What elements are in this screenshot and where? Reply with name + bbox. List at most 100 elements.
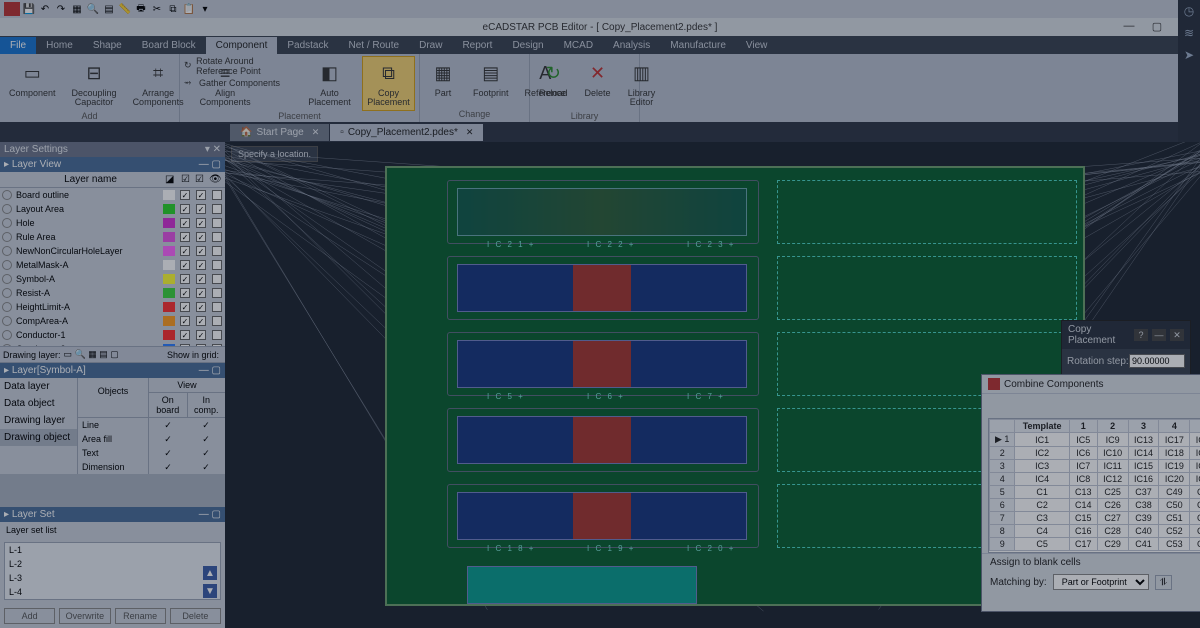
- tab-board-block[interactable]: Board Block: [132, 37, 206, 54]
- sym-row[interactable]: Dimension✓✓: [78, 460, 225, 474]
- layer-row[interactable]: NewNonCircularHoleLayer✓✓: [0, 244, 225, 258]
- tab-draw[interactable]: Draw: [409, 37, 452, 54]
- match-action-icon[interactable]: ⥮: [1155, 575, 1172, 590]
- table-row[interactable]: 5C1C13C25C37C49C61C73C85: [990, 486, 1200, 499]
- tab-padstack[interactable]: Padstack: [277, 37, 338, 54]
- table-row[interactable]: 4IC4IC8IC12IC16IC20IC24IC28IC32: [990, 473, 1200, 486]
- decoupling-capacitor-button[interactable]: ⊟Decoupling Capacitor: [67, 56, 122, 111]
- close-icon[interactable]: ✕: [312, 127, 320, 138]
- tab-report[interactable]: Report: [452, 37, 502, 54]
- qat-dropdown-icon[interactable]: ▾: [198, 2, 212, 16]
- sym-cat[interactable]: Data layer: [0, 378, 77, 395]
- combine-components-dialog[interactable]: Combine Components ?✕ Reset Template1234…: [981, 374, 1200, 612]
- layer-row[interactable]: MetalMask-A✓✓: [0, 258, 225, 272]
- rotation-step-input[interactable]: [1129, 354, 1185, 368]
- close-icon[interactable]: ✕: [466, 127, 474, 138]
- gather-components-button[interactable]: ⥇Gather Components: [184, 77, 291, 89]
- layer-set-delete-button[interactable]: Delete: [170, 608, 221, 624]
- qat-measure-icon[interactable]: 📏: [118, 2, 132, 16]
- layers-icon[interactable]: ≋: [1180, 24, 1198, 42]
- table-row[interactable]: 9C5C17C29C41C53C65C77C89: [990, 538, 1200, 551]
- help-icon[interactable]: ?: [1134, 329, 1148, 341]
- tab-analysis[interactable]: Analysis: [603, 37, 660, 54]
- sym-cat[interactable]: Data object: [0, 395, 77, 412]
- qat-paste-icon[interactable]: 📋: [182, 2, 196, 16]
- minimize-button[interactable]: —: [1118, 18, 1140, 34]
- sym-row[interactable]: Line✓✓: [78, 418, 225, 432]
- qat-grid-icon[interactable]: ▦: [70, 2, 84, 16]
- tab-view[interactable]: View: [736, 37, 778, 54]
- doc-tab-start[interactable]: 🏠Start Page✕: [230, 124, 330, 141]
- design-canvas[interactable]: Specify a location. I C 2 1 + I C 2 2 + …: [225, 142, 1200, 628]
- table-row[interactable]: 7C3C15C27C39C51C63C75C87: [990, 512, 1200, 525]
- qat-zoom-icon[interactable]: 🔍: [86, 2, 100, 16]
- layer-row[interactable]: Resist-A✓✓: [0, 286, 225, 300]
- send-icon[interactable]: ➤: [1180, 46, 1198, 64]
- copy-placement-dialog[interactable]: Copy Placement ?—✕ Rotation step:: [1061, 320, 1191, 377]
- layer-row[interactable]: Symbol-A✓✓: [0, 272, 225, 286]
- tab-mcad[interactable]: MCAD: [554, 37, 603, 54]
- qat-print-icon[interactable]: 🖶: [134, 2, 148, 16]
- minimize-icon[interactable]: —: [1152, 329, 1166, 341]
- table-row[interactable]: 6C2C14C26C38C50C62C74C86: [990, 499, 1200, 512]
- tab-component[interactable]: Component: [206, 37, 278, 54]
- qat-redo-icon[interactable]: ↷: [54, 2, 68, 16]
- layer-row[interactable]: Board outline✓✓: [0, 188, 225, 202]
- layer-set-item[interactable]: L-1: [5, 543, 220, 557]
- tab-net-route[interactable]: Net / Route: [339, 37, 410, 54]
- reload-button[interactable]: ↻Reload: [534, 56, 573, 101]
- layer-set-item[interactable]: L-4: [5, 585, 220, 599]
- layer-symbol-header[interactable]: ▸ Layer[Symbol-A]— ▢: [0, 363, 225, 378]
- delete-button[interactable]: ✕Delete: [579, 56, 617, 101]
- tab-manufacture[interactable]: Manufacture: [660, 37, 736, 54]
- qat-cut-icon[interactable]: ✂: [150, 2, 164, 16]
- footprint-button[interactable]: ▤Footprint: [468, 56, 514, 101]
- clock-icon[interactable]: ◷: [1180, 2, 1198, 20]
- table-row[interactable]: 3IC3IC7IC11IC15IC19IC23IC27IC31: [990, 460, 1200, 473]
- layer-set-item[interactable]: L-2: [5, 557, 220, 571]
- layer-view-header[interactable]: ▸ Layer View— ▢: [0, 157, 225, 172]
- layer-set-overwrite-button[interactable]: Overwrite: [59, 608, 110, 624]
- library-editor-button[interactable]: ▥Library Editor: [623, 56, 661, 111]
- layer-row[interactable]: CompArea-A✓✓: [0, 314, 225, 328]
- layer-row[interactable]: Hole✓✓: [0, 216, 225, 230]
- pcb-board[interactable]: I C 2 1 + I C 2 2 + I C 2 3 + I C 5 + I …: [385, 166, 1085, 606]
- part-button[interactable]: ▦Part: [424, 56, 462, 101]
- table-row[interactable]: ▶ 1IC1IC5IC9IC13IC17IC21IC25IC29: [990, 433, 1200, 447]
- copy-placement-button[interactable]: ⧉Copy Placement: [362, 56, 415, 111]
- rotate-ref-point-button[interactable]: ↻Rotate Around Reference Point: [184, 56, 291, 76]
- qat-layer-icon[interactable]: ▤: [102, 2, 116, 16]
- qat-copy-icon[interactable]: ⧉: [166, 2, 180, 16]
- tab-design[interactable]: Design: [502, 37, 553, 54]
- maximize-button[interactable]: ▢: [1146, 18, 1168, 34]
- table-row[interactable]: 8C4C16C28C40C52C64C76C88: [990, 525, 1200, 538]
- qat-save-icon[interactable]: 💾: [22, 2, 36, 16]
- combine-table[interactable]: Template1234567 ▶ 1IC1IC5IC9IC13IC17IC21…: [989, 419, 1200, 551]
- layer-set-header[interactable]: ▸ Layer Set— ▢: [0, 507, 225, 522]
- sym-row[interactable]: Area fill✓✓: [78, 432, 225, 446]
- layer-row[interactable]: Rule Area✓✓: [0, 230, 225, 244]
- sym-cat[interactable]: Drawing object: [0, 429, 77, 446]
- tab-shape[interactable]: Shape: [83, 37, 132, 54]
- layer-row[interactable]: Conductor-1✓✓: [0, 328, 225, 342]
- tab-file[interactable]: File: [0, 37, 36, 54]
- doc-tab-design[interactable]: ▫Copy_Placement2.pdes*✕: [330, 124, 484, 141]
- layer-row[interactable]: HeightLimit-A✓✓: [0, 300, 225, 314]
- component-button[interactable]: ▭Component: [4, 56, 61, 101]
- qat-undo-icon[interactable]: ↶: [38, 2, 52, 16]
- table-row[interactable]: 2IC2IC6IC10IC14IC18IC22IC26IC30: [990, 447, 1200, 460]
- layer-set-add-button[interactable]: Add: [4, 608, 55, 624]
- layer-set-item[interactable]: L-3: [5, 571, 220, 585]
- matching-by-select[interactable]: Part or Footprint: [1053, 574, 1149, 590]
- sym-cat[interactable]: Drawing layer: [0, 412, 77, 429]
- layer-set-up-button[interactable]: ▲: [203, 566, 217, 580]
- layer-set-down-button[interactable]: ▼: [203, 584, 217, 598]
- layer-settings-header[interactable]: Layer Settings▾ ✕: [0, 142, 225, 157]
- layer-row[interactable]: Layout Area✓✓: [0, 202, 225, 216]
- layer-set-rename-button[interactable]: Rename: [115, 608, 166, 624]
- drawing-layer-icons[interactable]: ▭ 🔍 ▦ ▤ ▢: [64, 349, 119, 360]
- auto-placement-button[interactable]: ◧Auto Placement: [303, 56, 356, 111]
- sym-row[interactable]: Text✓✓: [78, 446, 225, 460]
- close-icon[interactable]: ✕: [1170, 329, 1184, 341]
- tab-home[interactable]: Home: [36, 37, 83, 54]
